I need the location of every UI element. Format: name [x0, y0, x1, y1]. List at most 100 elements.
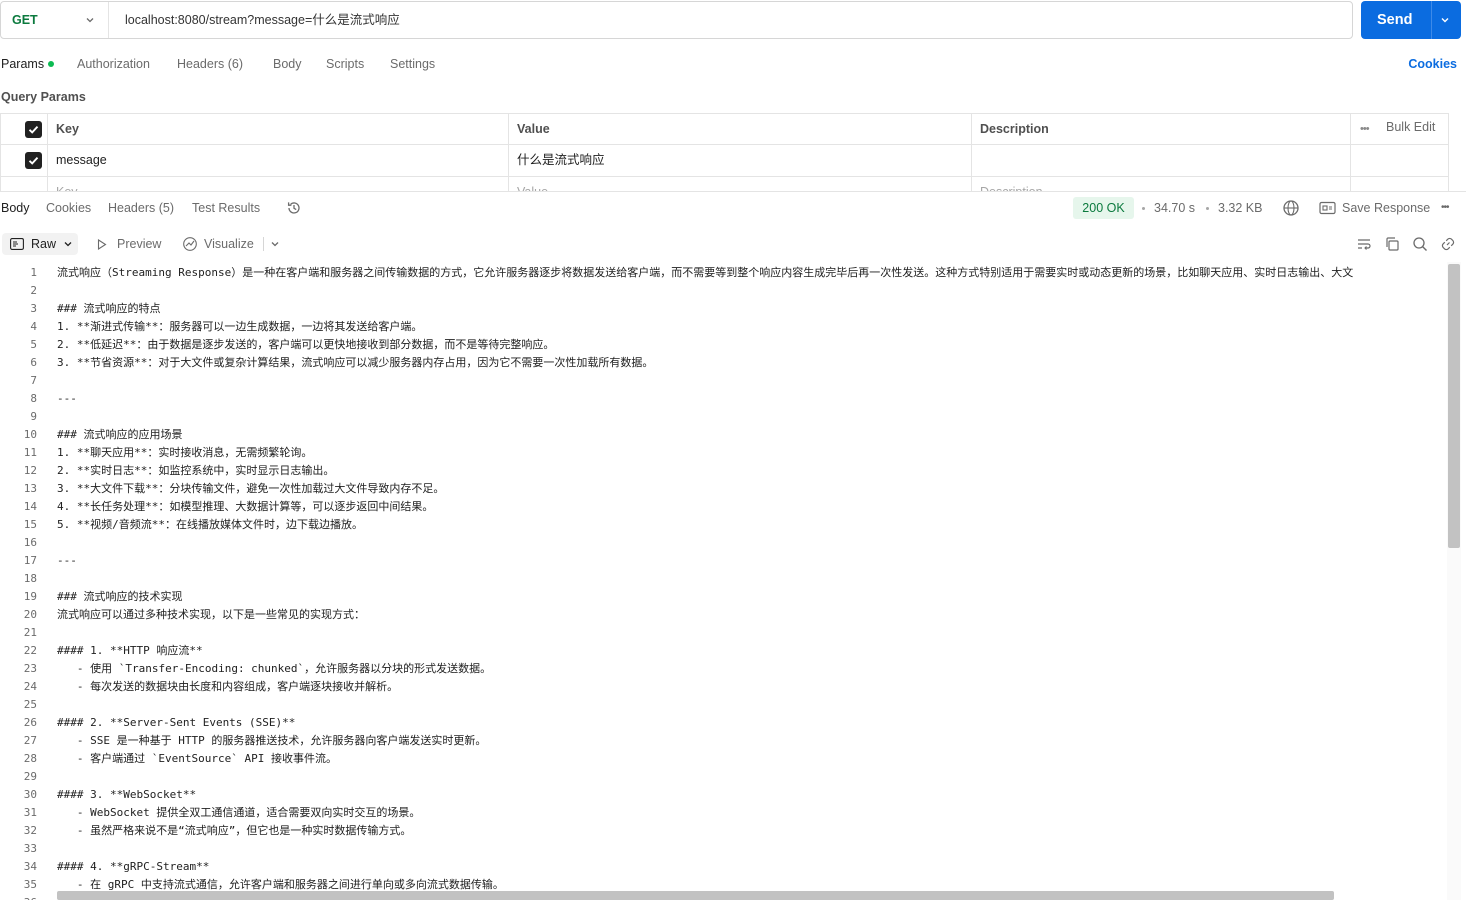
line-text: 3. **节省资源**：对于大文件或复杂计算结果，流式响应可以减少服务器内存占用…	[57, 356, 654, 369]
bulk-edit-button[interactable]: ••• Bulk Edit	[1350, 114, 1449, 145]
meta-separator	[1142, 207, 1145, 210]
code-line: 21	[0, 624, 1447, 642]
params-header-check-cell	[0, 114, 47, 145]
vertical-scrollbar[interactable]	[1448, 264, 1460, 548]
line-number: 25	[23, 698, 37, 711]
tab-headers[interactable]: Headers (6)	[177, 52, 243, 76]
more-icon[interactable]: •••	[1441, 202, 1449, 213]
placeholder-row-end	[1350, 177, 1449, 191]
tab-scripts[interactable]: Scripts	[326, 52, 364, 76]
line-number: 23	[23, 662, 37, 675]
panel-divider[interactable]	[0, 191, 1466, 192]
column-key: Key	[47, 114, 508, 145]
line-number: 6	[30, 356, 37, 369]
response-size[interactable]: 3.32 KB	[1218, 196, 1262, 220]
code-line: 1 流式响应（Streaming Response）是一种在客户端和服务器之间传输…	[0, 264, 1447, 282]
line-number: 28	[23, 752, 37, 765]
tab-response-headers[interactable]: Headers (5)	[108, 196, 174, 220]
chevron-down-icon[interactable]	[1439, 14, 1451, 26]
save-response-button[interactable]: Save Response	[1319, 196, 1431, 220]
status-badge[interactable]: 200 OK	[1073, 197, 1134, 219]
tab-params-label: Params	[1, 57, 45, 71]
code-line: 34 #### 4. **gRPC-Stream**	[0, 858, 1447, 876]
new-description-input[interactable]: Description	[971, 177, 1350, 191]
send-button[interactable]: Send	[1361, 1, 1461, 39]
line-number: 29	[23, 770, 37, 783]
line-number: 3	[30, 302, 37, 315]
send-divider	[1431, 1, 1432, 39]
code-line: 32 - 虽然严格来说不是“流式响应”，但它也是一种实时数据传输方式。	[0, 822, 1447, 840]
line-number: 32	[23, 824, 37, 837]
line-number: 17	[23, 554, 37, 567]
search-icon[interactable]	[1412, 236, 1428, 252]
code-line: 17 ---	[0, 552, 1447, 570]
param-key-input[interactable]: message	[47, 145, 508, 176]
line-number: 33	[23, 842, 37, 855]
param-description-input[interactable]	[971, 145, 1350, 176]
line-text: #### 1. **HTTP 响应流**	[57, 644, 203, 657]
table-row-placeholder: Key Value Description	[0, 177, 1449, 191]
url-input[interactable]: localhost:8080/stream?message=什么是流式响应	[125, 2, 400, 38]
tab-response-headers-count: (5)	[158, 201, 175, 215]
new-key-input[interactable]: Key	[47, 177, 508, 191]
tab-settings[interactable]: Settings	[390, 52, 435, 76]
tab-test-results[interactable]: Test Results	[192, 196, 260, 220]
copy-icon[interactable]	[1384, 236, 1400, 252]
line-number: 8	[30, 392, 37, 405]
wrap-lines-icon[interactable]	[1356, 236, 1372, 252]
line-number: 16	[23, 536, 37, 549]
line-text: - 每次发送的数据块由长度和内容组成，客户端逐块接收并解析。	[57, 680, 399, 693]
line-number: 13	[23, 482, 37, 495]
line-number: 14	[23, 500, 37, 513]
tab-params[interactable]: Params	[1, 52, 55, 76]
horizontal-scrollbar[interactable]	[57, 891, 1334, 900]
line-text: 3. **大文件下载**：分块传输文件，避免一次性加载过大文件导致内存不足。	[57, 482, 445, 495]
line-text: - 使用 `Transfer-Encoding: chunked`，允许服务器以…	[57, 662, 492, 675]
line-number: 10	[23, 428, 37, 441]
code-line: 16	[0, 534, 1447, 552]
code-line: 13 3. **大文件下载**：分块传输文件，避免一次性加载过大文件导致内存不足。	[0, 480, 1447, 498]
new-value-input[interactable]: Value	[508, 177, 971, 191]
line-number: 7	[30, 374, 37, 387]
line-number: 21	[23, 626, 37, 639]
param-value-input[interactable]: 什么是流式响应	[508, 145, 971, 176]
tab-response-cookies[interactable]: Cookies	[46, 196, 91, 220]
link-icon[interactable]	[1440, 236, 1456, 252]
tab-headers-count: (6)	[227, 57, 244, 71]
response-body-editor[interactable]: 1 流式响应（Streaming Response）是一种在客户端和服务器之间传输…	[0, 262, 1447, 900]
line-number: 31	[23, 806, 37, 819]
line-text: 1. **渐进式传输**：服务器可以一边生成数据，一边将其发送给客户端。	[57, 320, 423, 333]
tab-response-body[interactable]: Body	[1, 196, 30, 220]
raw-format-icon	[10, 238, 24, 250]
line-text: #### 2. **Server-Sent Events (SSE)**	[57, 716, 296, 729]
request-bar: GET localhost:8080/stream?message=什么是流式响…	[0, 0, 1466, 42]
method-select[interactable]: GET	[1, 2, 109, 38]
code-line: 7	[0, 372, 1447, 390]
param-enabled-checkbox[interactable]	[25, 152, 42, 169]
globe-icon[interactable]	[1282, 199, 1300, 217]
response-time[interactable]: 34.70 s	[1154, 196, 1195, 220]
tab-response-headers-label: Headers	[108, 201, 156, 215]
format-select[interactable]: Raw	[2, 233, 78, 255]
code-line: 20 流式响应可以通过多种技术实现，以下是一些常见的实现方式：	[0, 606, 1447, 624]
line-text: 1. **聊天应用**：实时接收消息，无需频繁轮询。	[57, 446, 313, 459]
history-icon[interactable]	[286, 200, 302, 216]
code-line: 14 4. **长任务处理**：如模型推理、大数据计算等，可以逐步返回中间结果。	[0, 498, 1447, 516]
send-label: Send	[1377, 12, 1413, 28]
tab-authorization[interactable]: Authorization	[77, 52, 150, 76]
chevron-down-icon[interactable]	[269, 238, 281, 250]
line-text: #### 3. **WebSocket**	[57, 788, 197, 801]
code-line: 10 ### 流式响应的应用场景	[0, 426, 1447, 444]
tab-body[interactable]: Body	[273, 52, 302, 76]
line-text: ### 流式响应的应用场景	[57, 428, 183, 441]
line-number: 19	[23, 590, 37, 603]
cookies-link[interactable]: Cookies	[1408, 52, 1457, 76]
format-label: Raw	[31, 237, 57, 251]
line-number: 27	[23, 734, 37, 747]
save-response-label: Save Response	[1342, 201, 1431, 215]
placeholder-check-cell	[0, 177, 47, 191]
select-all-checkbox[interactable]	[25, 121, 42, 138]
line-text: ---	[57, 392, 77, 405]
line-number: 15	[23, 518, 37, 531]
line-number: 20	[23, 608, 37, 621]
